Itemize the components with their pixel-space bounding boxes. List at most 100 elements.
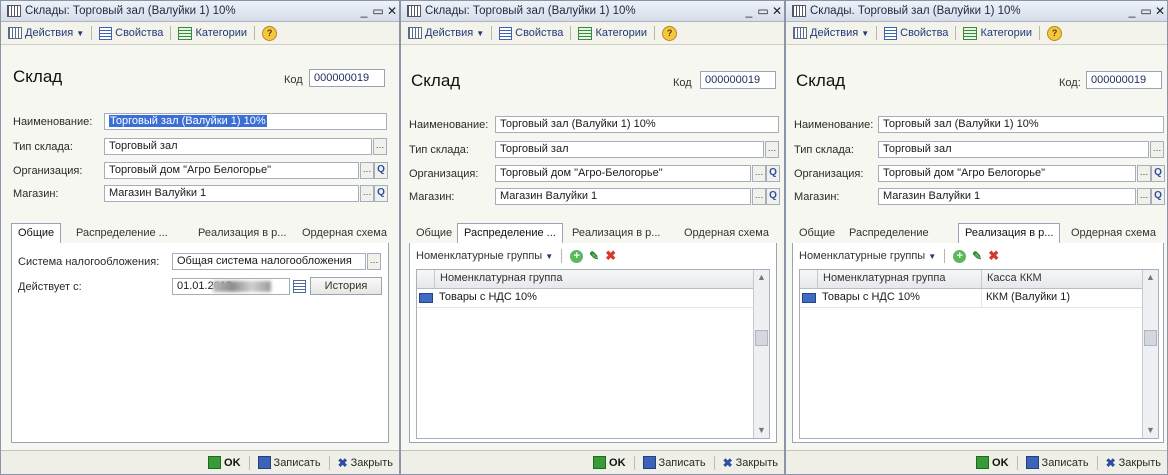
shop-open-icon[interactable]: Q (766, 188, 780, 205)
edit-icon[interactable]: ✎ (589, 249, 599, 263)
name-field[interactable]: Торговый зал (Валуйки 1) 10% (495, 116, 779, 133)
close-icon[interactable]: ✕ (770, 4, 784, 18)
shop-select-button[interactable]: … (752, 188, 766, 205)
org-select-button[interactable]: … (360, 162, 374, 179)
tax-system-field[interactable]: Общая система налогообложения (172, 253, 366, 270)
tab-distribution[interactable]: Распределение (842, 223, 936, 242)
tab-order-scheme[interactable]: Ордерная схема (677, 223, 776, 242)
scroll-thumb[interactable] (755, 330, 768, 346)
column-header-cash-register[interactable]: Касса ККМ (982, 270, 1143, 288)
shop-open-icon[interactable]: Q (1151, 188, 1165, 205)
org-select-button[interactable]: … (1137, 165, 1151, 182)
shop-field[interactable]: Магазин Валуйки 1 (104, 185, 359, 202)
add-icon[interactable]: + (953, 249, 967, 263)
name-field[interactable]: Торговый зал (Валуйки 1) 10% (878, 116, 1164, 133)
tab-sales[interactable]: Реализация в р... (565, 223, 667, 242)
tab-sales[interactable]: Реализация в р... (958, 223, 1061, 244)
save-button[interactable]: Записать (642, 456, 706, 469)
categories-button[interactable]: Категории (960, 26, 1035, 40)
tab-distribution[interactable]: Распределение ... (69, 223, 175, 242)
scroll-up-icon[interactable]: ▲ (754, 270, 769, 285)
close-icon[interactable]: ✕ (1153, 4, 1167, 18)
properties-button[interactable]: Свойства (881, 26, 951, 40)
org-field[interactable]: Торговый дом "Агро-Белогорье" (495, 165, 751, 182)
shop-select-button[interactable]: … (360, 185, 374, 202)
maximize-icon[interactable]: ▭ (1139, 4, 1153, 18)
save-button[interactable]: Записать (257, 456, 321, 469)
cell-cash-register[interactable]: ККМ (Валуйки 1) (982, 289, 1143, 307)
scroll-thumb[interactable] (1144, 330, 1157, 346)
history-button[interactable]: История (310, 277, 382, 295)
name-field[interactable]: Торговый зал (Валуйки 1) 10% (104, 113, 387, 130)
help-button[interactable]: ? (659, 25, 680, 41)
scrollbar[interactable]: ▲ ▼ (753, 270, 769, 438)
org-field[interactable]: Торговый дом "Агро Белогорье" (104, 162, 359, 179)
properties-button[interactable]: Свойства (96, 26, 166, 40)
delete-icon[interactable]: ✖ (605, 248, 616, 264)
minimize-icon[interactable]: _ (1125, 4, 1139, 18)
maximize-icon[interactable]: ▭ (756, 4, 770, 18)
edit-icon[interactable]: ✎ (972, 249, 982, 263)
type-select-button[interactable]: … (373, 138, 387, 155)
shop-select-button[interactable]: … (1137, 188, 1151, 205)
close-button[interactable]: ✖ Закрыть (1106, 456, 1161, 470)
scrollbar[interactable]: ▲ ▼ (1142, 270, 1158, 438)
cell-group[interactable]: Товары с НДС 10% (818, 289, 982, 307)
help-button[interactable]: ? (1044, 25, 1065, 41)
tab-order-scheme[interactable]: Ордерная схема (295, 223, 394, 242)
actions-menu[interactable]: Действия ▼ (790, 27, 872, 39)
close-icon[interactable]: ✕ (385, 4, 399, 18)
scroll-up-icon[interactable]: ▲ (1143, 270, 1158, 285)
tax-system-select-button[interactable]: … (367, 253, 381, 270)
groups-menu[interactable]: Номенклатурные группы ▼ (416, 250, 553, 262)
save-button[interactable]: Записать (1025, 456, 1089, 469)
tab-distribution[interactable]: Распределение ... (457, 223, 563, 244)
maximize-icon[interactable]: ▭ (371, 4, 385, 18)
org-open-icon[interactable]: Q (374, 162, 388, 179)
column-header-group[interactable]: Номенклатурная группа (818, 270, 982, 288)
table-row[interactable]: Товары с НДС 10% (417, 289, 754, 308)
actions-menu[interactable]: Действия ▼ (5, 27, 87, 39)
titlebar[interactable]: Склады: Торговый зал (Валуйки 1) 10% _ ▭… (1, 1, 399, 22)
close-button[interactable]: ✖ Закрыть (338, 456, 393, 470)
code-field[interactable]: 000000019 (309, 69, 385, 87)
valid-from-field[interactable]: 01.01.2018 (172, 278, 290, 295)
code-field[interactable]: 000000019 (700, 71, 776, 89)
column-header-group[interactable]: Номенклатурная группа (435, 270, 754, 288)
scroll-down-icon[interactable]: ▼ (1143, 423, 1158, 438)
type-select-button[interactable]: … (1150, 141, 1164, 158)
titlebar[interactable]: Склады: Торговый зал (Валуйки 1) 10% _ ▭… (401, 1, 784, 22)
scroll-down-icon[interactable]: ▼ (754, 423, 769, 438)
org-open-icon[interactable]: Q (1151, 165, 1165, 182)
categories-button[interactable]: Категории (575, 26, 650, 40)
type-select-button[interactable]: … (765, 141, 779, 158)
add-icon[interactable]: + (570, 249, 584, 263)
org-select-button[interactable]: … (752, 165, 766, 182)
help-button[interactable]: ? (259, 25, 280, 41)
tab-order-scheme[interactable]: Ордерная схема (1064, 223, 1163, 242)
shop-field[interactable]: Магазин Валуйки 1 (878, 188, 1136, 205)
code-field[interactable]: 000000019 (1086, 71, 1162, 89)
delete-icon[interactable]: ✖ (988, 248, 999, 264)
minimize-icon[interactable]: _ (742, 4, 756, 18)
close-button[interactable]: ✖ Закрыть (723, 456, 778, 470)
tab-general[interactable]: Общие (11, 223, 62, 244)
type-field[interactable]: Торговый зал (878, 141, 1149, 158)
ok-button[interactable]: OK (976, 456, 1009, 469)
properties-button[interactable]: Свойства (496, 26, 566, 40)
cell-group[interactable]: Товары с НДС 10% (435, 289, 754, 307)
ok-button[interactable]: OK (593, 456, 626, 469)
type-field[interactable]: Торговый зал (495, 141, 764, 158)
org-open-icon[interactable]: Q (766, 165, 780, 182)
tab-general[interactable]: Общие (409, 223, 459, 242)
actions-menu[interactable]: Действия ▼ (405, 27, 487, 39)
shop-field[interactable]: Магазин Валуйки 1 (495, 188, 751, 205)
table-row[interactable]: Товары с НДС 10% ККМ (Валуйки 1) (800, 289, 1143, 308)
tab-general[interactable]: Общие (792, 223, 842, 242)
groups-menu[interactable]: Номенклатурные группы ▼ (799, 250, 936, 262)
org-field[interactable]: Торговый дом "Агро Белогорье" (878, 165, 1136, 182)
tab-sales[interactable]: Реализация в р... (191, 223, 293, 242)
categories-button[interactable]: Категории (175, 26, 250, 40)
type-field[interactable]: Торговый зал (104, 138, 372, 155)
shop-open-icon[interactable]: Q (374, 185, 388, 202)
